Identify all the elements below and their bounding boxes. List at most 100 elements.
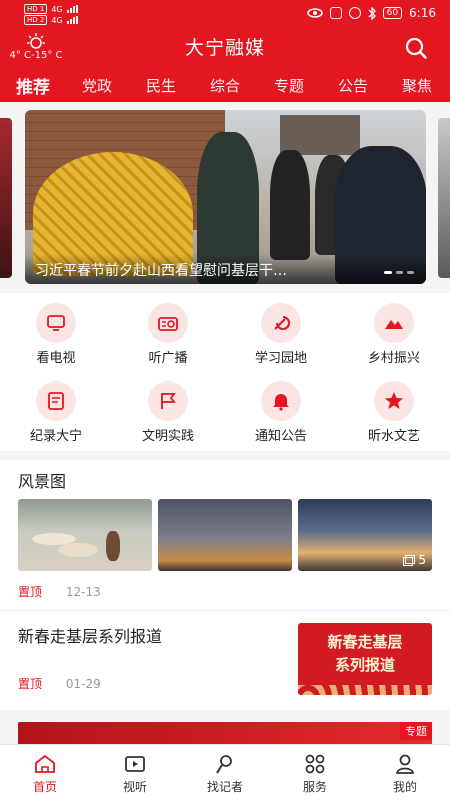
nav-item-2[interactable]: 找记者: [180, 745, 270, 800]
grid-services-icon: [305, 754, 325, 774]
article-thumbnail[interactable]: 新春走基层 系列报道: [298, 623, 432, 695]
nav-item-4[interactable]: 我的: [360, 745, 450, 800]
alarm-icon: [348, 7, 361, 19]
grid-item-1[interactable]: 听广播: [112, 303, 224, 366]
play-icon: [125, 756, 145, 772]
app-header: HD 1 4G HD 2 4G 60 6:16 4° C-15° C 大宁融媒 …: [0, 0, 450, 102]
article-meta: 置顶 01-29: [18, 675, 101, 692]
carousel-dot: [407, 271, 414, 274]
tab-6[interactable]: 聚焦: [386, 75, 448, 96]
cloud-decoration: [298, 685, 432, 695]
grid-icon-bg: [148, 381, 188, 421]
carousel-dots: [384, 271, 414, 274]
article-item[interactable]: 新春走基层系列报道 置顶 01-29 新春走基层 系列报道: [0, 610, 450, 710]
bell-icon: [273, 394, 289, 411]
grid-icon-bg: [148, 303, 188, 343]
publish-date: 01-29: [65, 677, 101, 691]
grid-label: 看电视: [36, 351, 76, 366]
signal-icon: [66, 16, 78, 24]
tab-5[interactable]: 公告: [322, 75, 384, 96]
function-grid: 看电视 听广播 学习园地 乡村振兴纪录大宁 文明实践 通知公告 昕水文艺: [0, 293, 450, 451]
slide-photo-building: [280, 115, 360, 155]
nav-label: 我的: [392, 780, 417, 794]
status-icons: 60 6:16: [306, 6, 436, 20]
scenery-meta: 置顶 12-13: [18, 583, 101, 600]
grid-label: 乡村振兴: [367, 351, 420, 366]
scenery-section[interactable]: 风景图 5 置顶 12-13: [0, 460, 450, 610]
grid-item-5[interactable]: 文明实践: [112, 381, 224, 444]
battery-icon: 60: [382, 7, 403, 19]
news-carousel[interactable]: 习近平春节前夕赴山西看望慰问基层干…: [0, 110, 450, 284]
tab-3[interactable]: 综合: [194, 75, 256, 96]
channel-tabs: 推荐 党政 民生 综合 专题 公告 聚焦: [0, 70, 450, 100]
carousel-slide[interactable]: 习近平春节前夕赴山西看望慰问基层干…: [25, 110, 426, 284]
clock: 6:16: [409, 6, 436, 20]
carousel-dot: [384, 271, 392, 274]
document-icon: [48, 392, 64, 410]
topic-banner-section[interactable]: 专题: [0, 716, 450, 752]
eye-icon: [306, 8, 323, 18]
signal-icon: [66, 5, 78, 13]
grid-item-7[interactable]: 昕水文艺: [338, 381, 450, 444]
image-count: 5: [403, 553, 426, 567]
scenery-thumb-2[interactable]: [158, 499, 292, 571]
next-slide-peek[interactable]: [438, 118, 450, 278]
grid-icon-bg: [36, 381, 76, 421]
grid-icon-bg: [36, 303, 76, 343]
app-title: 大宁融媒: [184, 37, 265, 59]
scenery-thumb-3[interactable]: 5: [298, 499, 432, 571]
party-emblem-icon: [274, 316, 290, 330]
pinned-label: 置顶: [18, 585, 43, 599]
reporter-icon: [216, 755, 232, 774]
tab-4[interactable]: 专题: [258, 75, 320, 96]
grid-item-6[interactable]: 通知公告: [225, 381, 337, 444]
nav-item-3[interactable]: 服务: [270, 745, 360, 800]
grid-icon-bg: [374, 303, 414, 343]
publish-date: 12-13: [65, 585, 101, 599]
grid-item-0[interactable]: 看电视: [0, 303, 112, 366]
user-icon: [395, 754, 415, 774]
grid-label: 纪录大宁: [29, 429, 82, 444]
tab-1[interactable]: 党政: [66, 75, 128, 96]
section-title: 风景图: [18, 472, 67, 491]
nav-label: 服务: [302, 780, 327, 794]
prev-slide-peek[interactable]: [0, 118, 12, 278]
slide-photo-person: [270, 150, 310, 260]
grid-label: 听广播: [148, 351, 188, 366]
grid-item-3[interactable]: 乡村振兴: [338, 303, 450, 366]
status-bar: HD 1 4G HD 2 4G 60 6:16: [0, 0, 450, 28]
home-icon: [35, 754, 55, 773]
thumb-title-line2: 系列报道: [334, 656, 395, 674]
grid-label: 学习园地: [254, 351, 307, 366]
tab-0[interactable]: 推荐: [2, 73, 64, 98]
grid-icon-bg: [261, 381, 301, 421]
grid-label: 昕水文艺: [367, 429, 420, 444]
nav-item-0[interactable]: 首页: [0, 745, 90, 800]
nfc-icon: [329, 7, 342, 19]
tab-2[interactable]: 民生: [130, 75, 192, 96]
flag-icon: [161, 393, 176, 409]
thumb-art: [58, 543, 98, 557]
star-icon: [385, 392, 403, 409]
radio-icon: [158, 317, 178, 331]
nav-item-1[interactable]: 视听: [90, 745, 180, 800]
image-count-value: 5: [418, 553, 426, 567]
carousel-dot: [396, 271, 403, 274]
bottom-nav: 首页 视听 找记者 服务 我的: [0, 744, 450, 800]
search-icon[interactable]: [404, 36, 428, 60]
nav-label: 首页: [32, 780, 57, 794]
gallery-icon: [403, 554, 416, 566]
grid-item-4[interactable]: 纪录大宁: [0, 381, 112, 444]
grid-icon-bg: [374, 381, 414, 421]
grid-item-2[interactable]: 学习园地: [225, 303, 337, 366]
signal-group: HD 1 4G HD 2 4G: [24, 4, 78, 25]
slide-caption: 习近平春节前夕赴山西看望慰问基层干…: [25, 254, 426, 284]
nav-label: 视听: [122, 780, 147, 794]
mountain-icon: [385, 320, 403, 329]
scenery-thumb-1[interactable]: [18, 499, 152, 571]
bluetooth-icon: [368, 6, 376, 20]
net1-label: 4G: [51, 4, 63, 14]
thumb-title-line1: 新春走基层: [327, 633, 403, 651]
grid-icon-bg: [261, 303, 301, 343]
article-title: 新春走基层系列报道: [18, 627, 163, 646]
